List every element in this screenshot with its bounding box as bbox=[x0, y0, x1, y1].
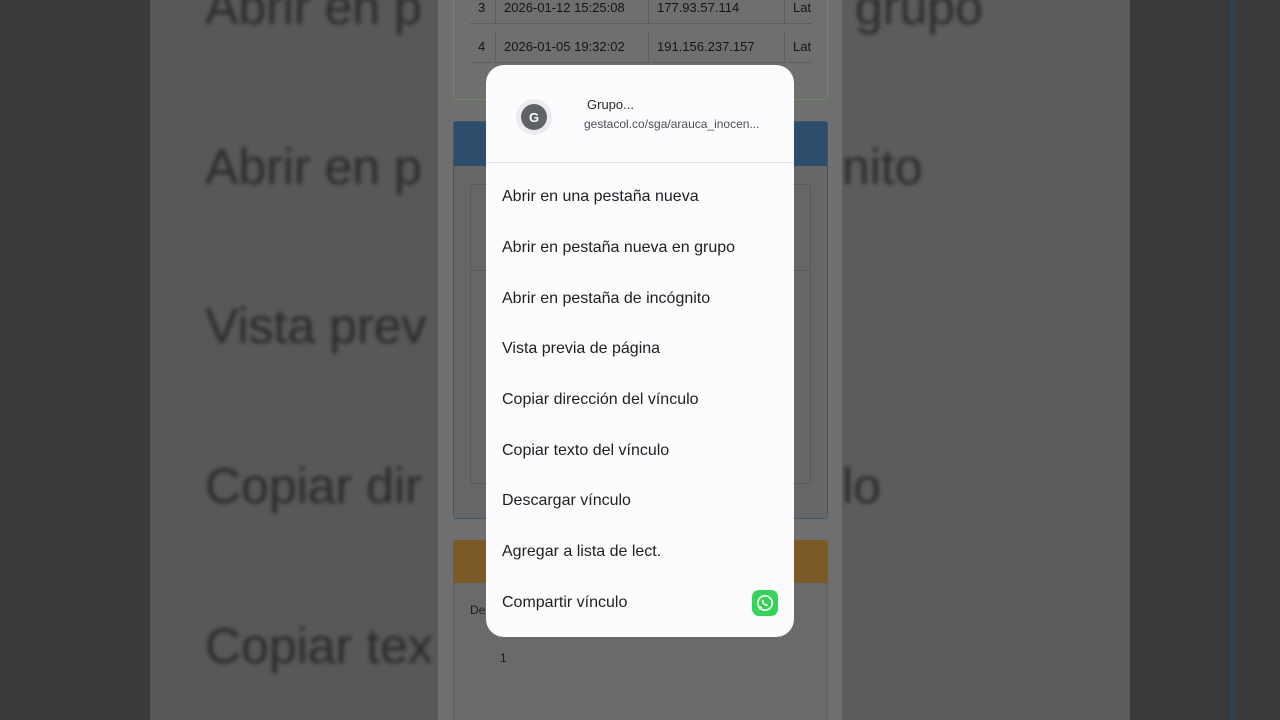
bg-text: grupo bbox=[855, 0, 983, 35]
menu-item-preview-page[interactable]: Vista previa de página bbox=[486, 324, 794, 374]
whatsapp-icon[interactable] bbox=[752, 590, 778, 616]
screen: Abrir en p Abrir en p Vista prev Copiar … bbox=[0, 0, 1280, 720]
menu-item-add-reading-list[interactable]: Agregar a lista de lect. bbox=[486, 527, 794, 577]
menu-item-open-new-tab[interactable]: Abrir en una pestaña nueva bbox=[486, 172, 794, 222]
menu-item-open-incognito[interactable]: Abrir en pestaña de incógnito bbox=[486, 274, 794, 324]
bg-text: Copiar tex bbox=[205, 618, 433, 674]
menu-item-copy-link-text[interactable]: Copiar texto del vínculo bbox=[486, 426, 794, 476]
bg-text: Abrir en p bbox=[205, 0, 422, 35]
site-favicon: G bbox=[516, 99, 552, 135]
link-title: Grupo... bbox=[587, 97, 634, 112]
bg-text: nito bbox=[842, 139, 923, 195]
favicon-letter: G bbox=[521, 104, 547, 130]
link-url: gestacol.co/sga/arauca_inocen... bbox=[584, 117, 760, 131]
table-row: 3 2026-01-12 15:25:08 177.93.57.114 Lat bbox=[470, 0, 812, 24]
menu-item-open-in-group[interactable]: Abrir en pestaña nueva en grupo bbox=[486, 223, 794, 273]
bg-text: Abrir en p bbox=[205, 139, 422, 195]
menu-item-download-link[interactable]: Descargar vínculo bbox=[486, 476, 794, 526]
bg-text: Copiar dir bbox=[205, 458, 422, 514]
menu-item-copy-link-address[interactable]: Copiar dirección del vínculo bbox=[486, 375, 794, 425]
link-context-menu: G Grupo... gestacol.co/sga/arauca_inocen… bbox=[486, 65, 794, 637]
link-preview-header: G Grupo... gestacol.co/sga/arauca_inocen… bbox=[486, 65, 794, 163]
whatsapp-glyph bbox=[757, 595, 773, 611]
table-row: 4 2026-01-05 19:32:02 191.156.237.157 La… bbox=[470, 31, 812, 63]
bg-text: lo bbox=[842, 458, 881, 514]
menu-item-share-link[interactable]: Compartir vínculo bbox=[486, 578, 794, 628]
bg-text: Vista prev bbox=[205, 298, 427, 354]
